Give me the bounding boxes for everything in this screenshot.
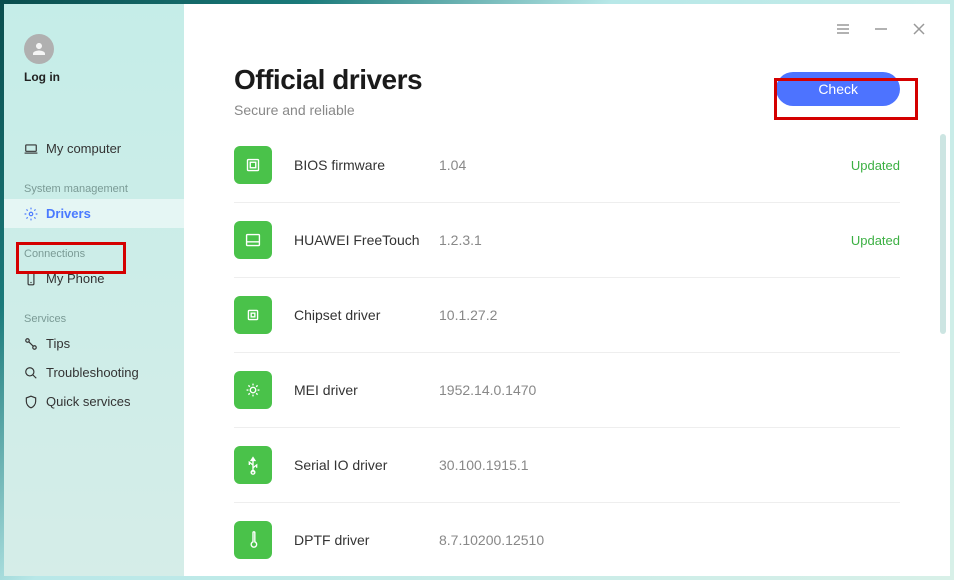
driver-row-bios[interactable]: BIOS firmware 1.04 Updated — [234, 138, 900, 203]
driver-status: Updated — [851, 233, 900, 248]
driver-status: Updated — [851, 158, 900, 173]
sidebar-item-my-phone[interactable]: My Phone — [4, 264, 184, 293]
gear-icon — [24, 207, 38, 221]
driver-name: HUAWEI FreeTouch — [294, 232, 439, 248]
driver-name: MEI driver — [294, 382, 439, 398]
thermometer-icon — [234, 521, 272, 559]
sidebar: Log in My computer System management Dri… — [4, 4, 184, 576]
driver-row-chipset[interactable]: Chipset driver 10.1.27.2 — [234, 278, 900, 353]
driver-version: 10.1.27.2 — [439, 307, 900, 323]
nav-label: Tips — [46, 336, 70, 351]
sidebar-item-drivers[interactable]: Drivers — [4, 199, 184, 228]
touchpad-icon — [234, 221, 272, 259]
driver-name: BIOS firmware — [294, 157, 439, 173]
sidebar-item-my-computer[interactable]: My computer — [4, 134, 184, 163]
driver-version: 1.04 — [439, 157, 851, 173]
driver-row-serial-io[interactable]: Serial IO driver 30.100.1915.1 — [234, 428, 900, 503]
driver-version: 30.100.1915.1 — [439, 457, 900, 473]
engine-icon — [234, 371, 272, 409]
nav-label: Troubleshooting — [46, 365, 139, 380]
laptop-icon — [24, 142, 38, 156]
check-button[interactable]: Check — [776, 72, 900, 106]
driver-list: BIOS firmware 1.04 Updated HUAWEI FreeTo… — [184, 138, 950, 576]
sidebar-item-quick-services[interactable]: Quick services — [4, 387, 184, 416]
scrollbar[interactable] — [940, 134, 946, 556]
cpu-icon — [234, 296, 272, 334]
page-title: Official drivers — [234, 64, 422, 96]
magnifier-icon — [24, 366, 38, 380]
nav-label: My Phone — [46, 271, 105, 286]
driver-row-mei[interactable]: MEI driver 1952.14.0.1470 — [234, 353, 900, 428]
login-label[interactable]: Log in — [24, 70, 184, 84]
section-connections: Connections — [24, 248, 184, 260]
scrollbar-thumb[interactable] — [940, 134, 946, 334]
driver-version: 8.7.10200.12510 — [439, 532, 900, 548]
main-content: Official drivers Secure and reliable Che… — [184, 4, 950, 576]
sidebar-item-troubleshooting[interactable]: Troubleshooting — [4, 358, 184, 387]
driver-version: 1.2.3.1 — [439, 232, 851, 248]
nav-label: My computer — [46, 141, 121, 156]
usb-icon — [234, 446, 272, 484]
tips-icon — [24, 337, 38, 351]
phone-icon — [24, 272, 38, 286]
shield-icon — [24, 395, 38, 409]
user-avatar[interactable] — [24, 34, 54, 64]
section-services: Services — [24, 313, 184, 325]
driver-name: Chipset driver — [294, 307, 439, 323]
minimize-button[interactable] — [874, 22, 888, 36]
close-button[interactable] — [912, 22, 926, 36]
section-system-management: System management — [24, 183, 184, 195]
sidebar-item-tips[interactable]: Tips — [4, 329, 184, 358]
driver-row-dptf[interactable]: DPTF driver 8.7.10200.12510 — [234, 503, 900, 576]
nav-label: Quick services — [46, 394, 131, 409]
driver-version: 1952.14.0.1470 — [439, 382, 900, 398]
menu-icon[interactable] — [836, 22, 850, 36]
driver-name: DPTF driver — [294, 532, 439, 548]
nav-label: Drivers — [46, 206, 91, 221]
driver-row-freetouch[interactable]: HUAWEI FreeTouch 1.2.3.1 Updated — [234, 203, 900, 278]
driver-name: Serial IO driver — [294, 457, 439, 473]
page-subtitle: Secure and reliable — [234, 102, 422, 118]
chip-icon — [234, 146, 272, 184]
